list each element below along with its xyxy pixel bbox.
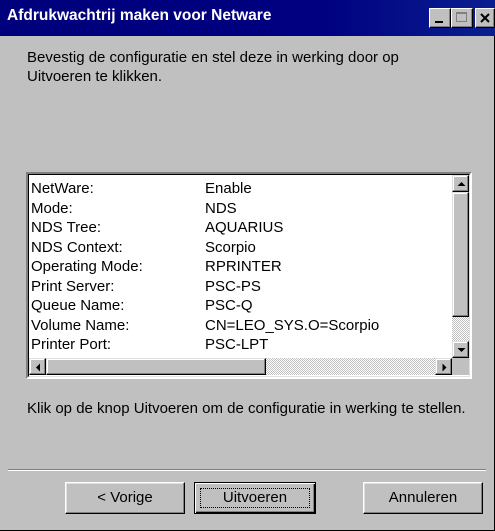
config-row-nds-tree: NDS Tree: AQUARIUS — [31, 218, 451, 238]
config-row-print-server: Print Server: PSC-PS — [31, 277, 451, 297]
config-rows: NetWare: Enable Mode: NDS NDS Tree: AQUA… — [31, 179, 451, 357]
run-button-label: Uitvoeren — [222, 489, 288, 506]
scroll-down-button[interactable] — [452, 341, 469, 358]
close-icon — [480, 13, 490, 23]
scroll-up-button[interactable] — [452, 175, 469, 192]
config-value: CN=LEO_SYS.O=Scorpio — [205, 316, 380, 334]
arrow-down-icon — [457, 348, 466, 352]
config-listbox[interactable]: NetWare: Enable Mode: NDS NDS Tree: AQUA… — [26, 172, 472, 379]
config-label: Volume Name: — [31, 316, 130, 334]
horizontal-scroll-thumb[interactable] — [46, 358, 266, 375]
config-value: Scorpio — [205, 238, 256, 256]
separator — [8, 469, 486, 471]
arrow-right-icon — [442, 363, 447, 372]
title-bar[interactable]: Afdrukwachtrij maken voor Netware — [0, 0, 495, 36]
config-value: RPRINTER — [205, 258, 282, 275]
scroll-right-button[interactable] — [435, 358, 452, 375]
config-label: Mode: — [31, 199, 73, 217]
config-value: PSC-PS — [205, 277, 261, 295]
cancel-button-label: Annuleren — [388, 489, 458, 506]
config-row-netware: NetWare: Enable — [31, 179, 451, 199]
arrow-up-icon — [457, 182, 466, 186]
scrollbar-corner — [452, 358, 469, 375]
maximize-icon — [456, 12, 467, 22]
config-value: AQUARIUS — [205, 219, 284, 236]
config-value: PSC-LPT — [205, 336, 269, 353]
scroll-left-button[interactable] — [29, 358, 46, 375]
config-value: Enable — [205, 180, 252, 197]
cancel-button[interactable]: Annuleren — [363, 482, 483, 514]
config-label: Printer Port: — [31, 336, 112, 353]
minimize-icon — [435, 21, 443, 23]
vertical-scrollbar[interactable] — [452, 175, 469, 358]
config-label: NetWare: — [31, 180, 94, 197]
config-row-queue-name: Queue Name: PSC-Q — [31, 296, 451, 316]
config-label: NDS Tree: — [31, 219, 102, 236]
config-row-operating-mode: Operating Mode: RPRINTER — [31, 257, 451, 277]
window-title: Afdrukwachtrij maken voor Netware — [7, 7, 272, 24]
intro-text: Bevestig de configuratie en stel deze in… — [27, 49, 399, 85]
config-row-volume-name: Volume Name: CN=LEO_SYS.O=Scorpio — [31, 316, 451, 336]
minimize-button[interactable] — [429, 8, 451, 28]
arrow-left-icon — [36, 363, 40, 372]
vertical-scroll-thumb[interactable] — [452, 192, 469, 317]
config-row-printer-port: Printer Port: PSC-LPT — [31, 335, 451, 355]
back-button-label: < Vorige — [97, 489, 153, 506]
config-label: Queue Name: — [31, 297, 125, 314]
config-label: Operating Mode: — [31, 258, 143, 275]
close-button[interactable] — [475, 8, 495, 28]
horizontal-scrollbar[interactable] — [29, 358, 452, 375]
config-row-nds-context: NDS Context: Scorpio — [31, 238, 451, 258]
footer-text: Klik op de knop Uitvoeren om de configur… — [27, 400, 466, 417]
config-label: Print Server: — [31, 277, 115, 295]
dialog-window: Afdrukwachtrij maken voor Netware Bevest… — [0, 0, 495, 531]
maximize-button[interactable] — [451, 8, 473, 28]
config-value: PSC-Q — [205, 297, 253, 314]
config-label: NDS Context: — [31, 238, 123, 256]
config-value: NDS — [205, 199, 237, 217]
config-row-mode: Mode: NDS — [31, 199, 451, 219]
run-button[interactable]: Uitvoeren — [194, 482, 316, 514]
back-button[interactable]: < Vorige — [65, 482, 185, 514]
